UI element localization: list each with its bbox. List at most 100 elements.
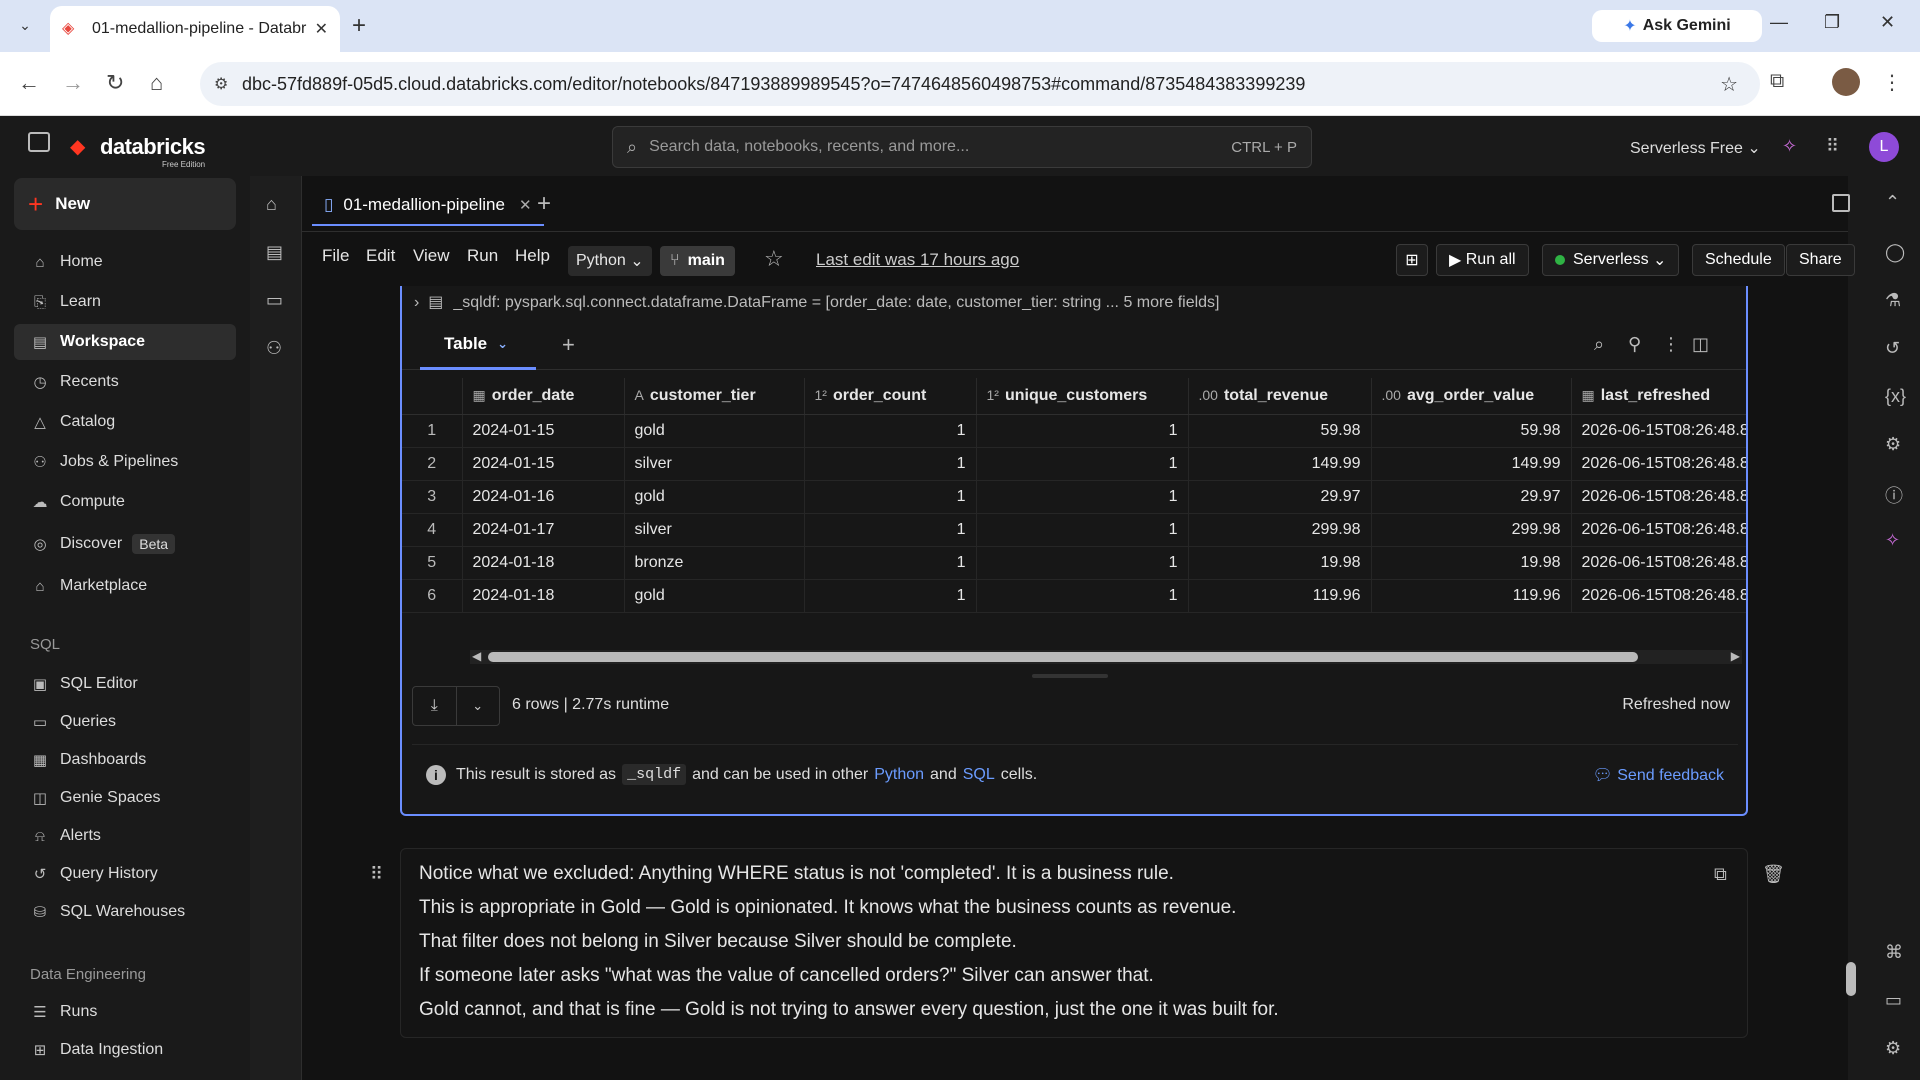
site-info-icon[interactable]: ⚙ <box>214 74 228 94</box>
vertical-scroll-thumb[interactable] <box>1846 962 1856 996</box>
extensions-icon[interactable]: ⧉ <box>1770 70 1784 93</box>
apps-grid-icon[interactable]: ⠿ <box>1826 136 1839 157</box>
minimize-icon[interactable]: — <box>1770 12 1788 33</box>
terminal-icon[interactable]: ▭ <box>1885 990 1902 1011</box>
layout-icon[interactable]: ⊞ <box>1396 244 1428 276</box>
add-tab-icon[interactable]: + <box>537 190 551 218</box>
reload-icon[interactable]: ↻ <box>106 70 124 96</box>
sidebar-toggle-icon[interactable] <box>28 132 50 152</box>
column-header[interactable]: ▦ order_date <box>461 378 624 415</box>
sidebar-item-marketplace[interactable]: ⌂ Marketplace <box>14 568 236 604</box>
sidebar-item-compute[interactable]: ☁ Compute <box>14 484 236 520</box>
table-cell[interactable]: gold <box>623 480 804 514</box>
sidebar-item-workspace[interactable]: ▤ Workspace <box>14 324 236 360</box>
forward-icon[interactable]: → <box>62 70 84 96</box>
dataframe-schema-line[interactable]: › ▤ _sqldf: pyspark.sql.connect.dataframe… <box>414 292 1219 312</box>
table-cell[interactable]: 1 <box>975 414 1188 448</box>
table-cell[interactable]: 29.97 <box>1187 480 1371 514</box>
table-cell[interactable]: 119.96 <box>1370 579 1571 613</box>
bookmark-star-icon[interactable]: ☆ <box>1720 72 1738 97</box>
table-cell[interactable]: bronze <box>623 546 804 580</box>
split-view-icon[interactable] <box>1832 194 1850 212</box>
table-cell[interactable]: 119.96 <box>1187 579 1371 613</box>
close-notebook-tab-icon[interactable]: ✕ <box>519 196 532 214</box>
environment-icon[interactable]: ⚙ <box>1885 434 1901 455</box>
table-cell[interactable]: 2026-06-15T08:26:48.87 <box>1570 414 1746 448</box>
table-row[interactable]: 3 2024-01-16 gold 1 1 29.97 29.97 2026-0… <box>402 480 1746 514</box>
sidebar-item-jobs-pipelines[interactable]: ⚇ Jobs & Pipelines <box>14 444 236 480</box>
table-row[interactable]: 2 2024-01-15 silver 1 1 149.99 149.99 20… <box>402 447 1746 481</box>
sidebar-item-query-history[interactable]: ↺ Query History <box>14 856 236 892</box>
scroll-right-icon[interactable]: ▶ <box>1731 649 1740 663</box>
variables-icon[interactable]: {x} <box>1885 386 1906 407</box>
column-header[interactable]: .00 avg_order_value <box>1370 378 1571 415</box>
table-cell[interactable]: 2026-06-15T08:26:48.87 <box>1570 579 1746 613</box>
table-cell[interactable]: 19.98 <box>1370 546 1571 580</box>
table-cell[interactable]: 1 <box>975 513 1188 547</box>
table-cell[interactable]: 2024-01-18 <box>461 546 624 580</box>
send-feedback-link[interactable]: 💬︎ Send feedback <box>1592 765 1724 785</box>
table-cell[interactable]: 2024-01-18 <box>461 579 624 613</box>
close-window-icon[interactable]: ✕ <box>1880 12 1895 33</box>
table-cell[interactable]: 59.98 <box>1187 414 1371 448</box>
new-button[interactable]: + New <box>14 178 236 230</box>
download-options-chevron-icon[interactable]: ⌄ <box>455 687 500 725</box>
version-history-icon[interactable]: ↺ <box>1885 338 1900 359</box>
table-cell[interactable]: 2026-06-15T08:26:48.87 <box>1570 480 1746 514</box>
menu-view[interactable]: View <box>413 246 450 266</box>
menu-help[interactable]: Help <box>515 246 550 266</box>
table-cell[interactable]: 2024-01-17 <box>461 513 624 547</box>
experiments-icon[interactable]: ⚗ <box>1885 290 1901 311</box>
user-avatar[interactable]: L <box>1869 132 1899 162</box>
ask-gemini-button[interactable]: ✦ Ask Gemini <box>1592 10 1762 42</box>
favorite-star-icon[interactable]: ☆ <box>764 246 784 272</box>
keyboard-shortcuts-icon[interactable]: ⌘ <box>1885 942 1903 963</box>
delete-cell-icon[interactable]: 🗑︎ <box>1762 864 1785 885</box>
panel-toggle-icon[interactable]: ◫ <box>1692 334 1709 355</box>
sidebar-item-discover[interactable]: ◎ Discover Beta <box>14 526 236 562</box>
share-button[interactable]: Share <box>1786 244 1855 276</box>
table-cell[interactable]: 299.98 <box>1187 513 1371 547</box>
folder-icon[interactable]: ▭ <box>266 290 283 311</box>
sidebar-item-dashboards[interactable]: ▦ Dashboards <box>14 742 236 778</box>
schedule-button[interactable]: Schedule <box>1692 244 1785 276</box>
table-cell[interactable]: 1 <box>975 447 1188 481</box>
collapse-up-icon[interactable]: ⌃ <box>1885 192 1900 213</box>
git-branch-button[interactable]: ⑂ main <box>660 246 735 276</box>
column-settings-icon[interactable]: ⋮ <box>1662 334 1680 355</box>
markdown-cell[interactable]: Notice what we excluded: Anything WHERE … <box>400 848 1748 1038</box>
sidebar-item-catalog[interactable]: △ Catalog <box>14 404 236 440</box>
table-row[interactable]: 4 2024-01-17 silver 1 1 299.98 299.98 20… <box>402 513 1746 547</box>
language-dropdown[interactable]: Python ⌄ <box>568 246 652 276</box>
download-button[interactable]: ⤓ ⌄ <box>412 686 500 726</box>
table-cell[interactable]: 1 <box>803 414 976 448</box>
assistant-icon[interactable]: ✧ <box>1782 136 1797 157</box>
table-cell[interactable]: 1 <box>803 513 976 547</box>
sidebar-item-genie-spaces[interactable]: ◫ Genie Spaces <box>14 780 236 816</box>
comments-icon[interactable]: ◯ <box>1885 242 1905 263</box>
column-header[interactable]: Acustomer_tier <box>623 378 804 415</box>
tab-search-icon[interactable]: ⌄ <box>10 10 40 40</box>
tab-table[interactable]: Table ⌄ <box>420 320 536 370</box>
column-header[interactable]: 1² unique_customers <box>975 378 1188 415</box>
browser-profile-avatar[interactable] <box>1832 68 1860 96</box>
browser-tab[interactable]: ◈ 01-medallion-pipeline - Databri ✕ <box>50 6 340 52</box>
copy-icon[interactable]: ⧉ <box>1714 864 1727 885</box>
column-header[interactable]: 1² order_count <box>803 378 976 415</box>
sidebar-item-alerts[interactable]: ⍾ Alerts <box>14 818 236 854</box>
new-tab-icon[interactable]: + <box>352 12 366 40</box>
table-cell[interactable]: 59.98 <box>1370 414 1571 448</box>
sidebar-item-sql-editor[interactable]: ▣ SQL Editor <box>14 666 236 702</box>
table-cell[interactable]: 149.99 <box>1187 447 1371 481</box>
table-cell[interactable]: 19.98 <box>1187 546 1371 580</box>
table-of-contents-icon[interactable]: ▤ <box>266 242 283 263</box>
table-cell[interactable]: 1 <box>803 546 976 580</box>
table-cell[interactable]: 1 <box>975 546 1188 580</box>
table-cell[interactable]: 1 <box>975 480 1188 514</box>
table-cell[interactable]: silver <box>623 447 804 481</box>
table-cell[interactable]: 1 <box>803 447 976 481</box>
table-cell[interactable]: 29.97 <box>1370 480 1571 514</box>
global-search-input[interactable]: ⌕ Search data, notebooks, recents, and m… <box>612 126 1312 168</box>
tab-notebook[interactable]: ▯ 01-medallion-pipeline ✕ <box>312 186 544 226</box>
last-edit-link[interactable]: Last edit was 17 hours ago <box>816 250 1019 270</box>
